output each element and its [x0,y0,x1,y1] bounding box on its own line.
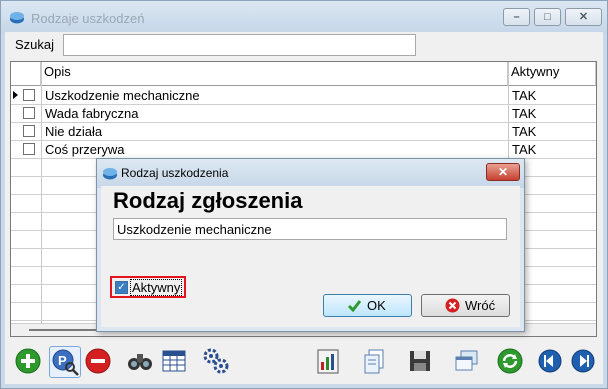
next-icon [571,349,595,373]
active-checkbox[interactable]: ✓ [115,281,128,294]
save-button[interactable] [405,346,435,376]
edit-button[interactable]: P [49,346,81,378]
row-checkbox[interactable] [23,107,35,119]
dialog-title-bar[interactable]: Rodzaj uszkodzenia ✕ [97,159,524,188]
cell-aktywny: TAK [512,142,537,157]
minimize-icon: – [513,11,520,23]
active-checkbox-highlight[interactable]: ✓ Aktywny [110,276,186,298]
cell-opis: Wada fabryczna [45,106,139,121]
add-button[interactable] [13,346,43,376]
edit-dialog: Rodzaj uszkodzenia ✕ Rodzaj zgłoszenia ✓… [96,158,525,332]
windows-button[interactable] [451,346,481,376]
name-field[interactable] [113,218,507,240]
checkmark-icon [347,300,362,313]
maximize-icon: □ [544,11,551,23]
maximize-button[interactable]: □ [534,8,561,26]
edit-icon: P [52,349,79,376]
refresh-icon [497,348,523,374]
window-title: Rodzaje uszkodzeń [31,11,145,26]
delete-icon [85,348,111,374]
table-row[interactable]: Nie działa TAK [11,123,596,141]
minimize-button[interactable]: – [503,8,530,26]
title-bar[interactable]: Rodzaje uszkodzeń – □ ✕ [1,1,607,34]
row-checkbox[interactable] [23,89,35,101]
gears-icon [203,348,229,374]
current-row-indicator-icon [13,91,18,99]
column-header-opis[interactable]: Opis [41,62,508,86]
ok-button-label: OK [367,298,386,313]
search-input[interactable] [63,34,416,56]
cancel-icon [445,298,460,313]
ok-button[interactable]: OK [323,294,412,317]
dialog-heading: Rodzaj zgłoszenia [113,188,303,213]
row-checkbox[interactable] [23,143,35,155]
close-icon: ✕ [497,165,509,179]
report-icon [317,349,339,374]
checkmark-icon: ✓ [117,282,126,293]
cell-opis: Nie działa [45,124,103,139]
search-label: Szukaj [15,37,55,52]
filter-grid-icon [162,350,186,372]
cell-aktywny: TAK [512,124,537,139]
main-window: Rodzaje uszkodzeń – □ ✕ Szukaj Opis Akty… [0,0,608,389]
bottom-toolbar: P [5,342,603,382]
dialog-title: Rodzaj uszkodzenia [121,166,229,180]
grid-header-selector [11,62,41,86]
windows-icon [455,350,478,371]
back-button-label: Wróć [465,298,496,313]
cell-aktywny: TAK [512,106,537,121]
row-checkbox[interactable] [23,125,35,137]
close-icon: ✕ [578,11,589,23]
app-icon [10,12,24,24]
dialog-app-icon [103,168,117,180]
next-button[interactable] [568,346,598,376]
cell-opis: Coś przerywa [45,142,125,157]
table-row[interactable]: Coś przerywa TAK [11,141,596,159]
dialog-body: Rodzaj zgłoszenia ✓ Aktywny OK Wróć [101,186,520,327]
table-row[interactable]: Wada fabryczna TAK [11,105,596,123]
search-records-button[interactable] [125,346,155,376]
settings-button[interactable] [201,346,231,376]
save-icon [410,351,430,371]
dialog-close-button[interactable]: ✕ [486,163,520,181]
refresh-button[interactable] [495,346,525,376]
copy-icon [364,349,384,374]
copy-button[interactable] [359,346,389,376]
close-button[interactable]: ✕ [565,8,602,26]
table-row[interactable]: Uszkodzenie mechaniczne TAK [11,87,596,105]
column-header-aktywny[interactable]: Aktywny [508,62,596,86]
report-button[interactable] [313,346,343,376]
filter-button[interactable] [159,346,189,376]
active-checkbox-label[interactable]: Aktywny [130,279,183,296]
add-icon [15,348,41,374]
cell-opis: Uszkodzenie mechaniczne [45,88,200,103]
previous-button[interactable] [535,346,565,376]
previous-icon [538,349,562,373]
delete-button[interactable] [83,346,113,376]
cell-aktywny: TAK [512,88,537,103]
back-button[interactable]: Wróć [421,294,510,317]
binoculars-icon [128,354,152,370]
